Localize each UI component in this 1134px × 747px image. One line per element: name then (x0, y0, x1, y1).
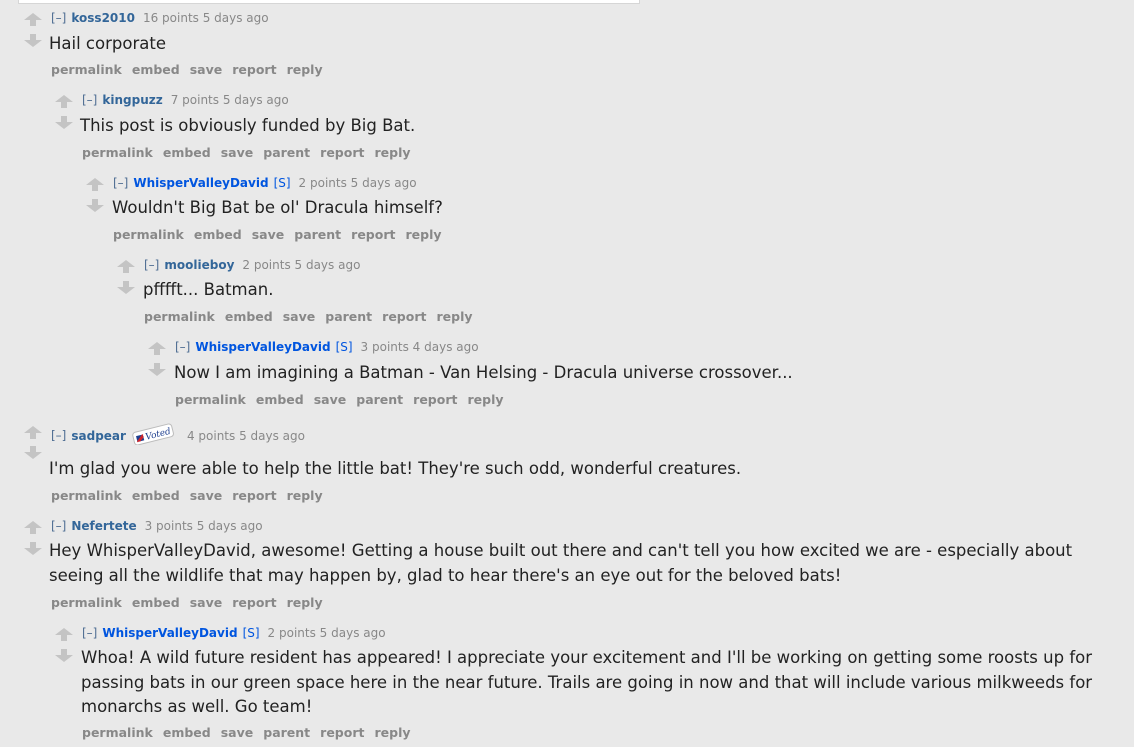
comment-tagline: [–] sadpear Voted 4 points 5 days ago (51, 423, 305, 446)
permalink-button[interactable]: permalink (51, 488, 122, 503)
comment-actions: permalink embed save parent report reply (113, 228, 452, 242)
comment-meta: 2 points 5 days ago (298, 176, 417, 190)
collapse-toggle[interactable]: [–] (51, 519, 66, 533)
parent-button[interactable]: parent (263, 145, 310, 160)
embed-button[interactable]: embed (194, 227, 242, 242)
reply-button[interactable]: reply (287, 595, 323, 610)
collapse-toggle[interactable]: [–] (144, 258, 159, 272)
report-button[interactable]: report (232, 488, 276, 503)
comment-actions: permalink embed save parent report reply (144, 310, 483, 324)
comment-actions: permalink embed save parent report reply (82, 726, 421, 740)
comment-author[interactable]: kingpuzz (102, 93, 162, 107)
comment-actions: permalink embed save report reply (51, 596, 333, 610)
collapse-toggle[interactable]: [–] (51, 429, 66, 443)
reply-button[interactable]: reply (287, 62, 323, 77)
comment-meta: 3 points 4 days ago (360, 340, 479, 354)
comment-meta: 2 points 5 days ago (267, 626, 386, 640)
voted-sticker-icon: Voted (131, 423, 175, 446)
reply-button[interactable]: reply (405, 227, 441, 242)
comment-meta: 7 points 5 days ago (170, 93, 289, 107)
permalink-button[interactable]: permalink (51, 62, 122, 77)
parent-button[interactable]: parent (356, 392, 403, 407)
report-button[interactable]: report (351, 227, 395, 242)
comment-tagline: [–] WhisperValleyDavid [S] 2 points 5 days … (82, 626, 386, 640)
save-button[interactable]: save (221, 725, 254, 740)
report-button[interactable]: report (382, 309, 426, 324)
comment-author[interactable]: WhisperValleyDavid (133, 176, 268, 190)
comment-body: Now I am imagining a Batman - Van Helsin… (174, 363, 793, 382)
comment-tagline: [–] koss2010 16 points 5 days ago (51, 11, 269, 25)
comment-tagline: [–] WhisperValleyDavid [S] 2 points 5 days … (113, 176, 417, 190)
comment-actions: permalink embed save parent report reply (175, 393, 514, 407)
submitter-badge[interactable]: [S] (274, 176, 291, 190)
comment-body: I'm glad you were able to help the littl… (49, 459, 742, 478)
comment-meta: 4 points 5 days ago (186, 428, 305, 443)
comment-body: Hail corporate (49, 34, 166, 53)
report-button[interactable]: report (413, 392, 457, 407)
parent-button[interactable]: parent (325, 309, 372, 324)
permalink-button[interactable]: permalink (51, 595, 122, 610)
comment-tagline: [–] kingpuzz 7 points 5 days ago (82, 93, 289, 107)
save-button[interactable]: save (252, 227, 285, 242)
parent-button[interactable]: parent (294, 227, 341, 242)
permalink-button[interactable]: permalink (175, 392, 246, 407)
embed-button[interactable]: embed (225, 309, 273, 324)
report-button[interactable]: report (320, 725, 364, 740)
comment-meta: 3 points 5 days ago (144, 519, 263, 533)
comment-body: Whoa! A wild future resident has appeare… (81, 648, 1093, 716)
comment-tagline: [–] WhisperValleyDavid [S] 3 points 4 days … (175, 340, 479, 354)
reply-button[interactable]: reply (436, 309, 472, 324)
reply-button[interactable]: reply (374, 145, 410, 160)
permalink-button[interactable]: permalink (82, 145, 153, 160)
submitter-badge[interactable]: [S] (336, 340, 353, 354)
comment-author[interactable]: koss2010 (71, 11, 135, 25)
comment-meta: 16 points 5 days ago (142, 11, 269, 25)
permalink-button[interactable]: permalink (113, 227, 184, 242)
embed-button[interactable]: embed (163, 145, 211, 160)
parent-button[interactable]: parent (263, 725, 310, 740)
permalink-button[interactable]: permalink (144, 309, 215, 324)
reply-button[interactable]: reply (287, 488, 323, 503)
save-button[interactable]: save (283, 309, 316, 324)
save-button[interactable]: save (221, 145, 254, 160)
embed-button[interactable]: embed (132, 595, 180, 610)
embed-button[interactable]: embed (256, 392, 304, 407)
comment-body: Wouldn't Big Bat be ol' Dracula himself? (112, 198, 443, 217)
submitter-badge[interactable]: [S] (243, 626, 260, 640)
comment-author[interactable]: WhisperValleyDavid (102, 626, 237, 640)
embed-button[interactable]: embed (132, 488, 180, 503)
comment-author[interactable]: moolieboy (164, 258, 234, 272)
comment-author[interactable]: WhisperValleyDavid (195, 340, 330, 354)
save-button[interactable]: save (314, 392, 347, 407)
comment-body: Hey WhisperValleyDavid, awesome! Getting… (49, 541, 1073, 585)
collapse-toggle[interactable]: [–] (82, 93, 97, 107)
save-button[interactable]: save (190, 488, 223, 503)
comment-tagline: [–] Nefertete 3 points 5 days ago (51, 519, 263, 533)
collapse-toggle[interactable]: [–] (82, 626, 97, 640)
comment-author[interactable]: Nefertete (71, 519, 136, 533)
comment-actions: permalink embed save report reply (51, 63, 333, 77)
reply-button[interactable]: reply (467, 392, 503, 407)
collapse-toggle[interactable]: [–] (175, 340, 190, 354)
collapse-toggle[interactable]: [–] (113, 176, 128, 190)
comment-meta: 2 points 5 days ago (242, 258, 361, 272)
report-button[interactable]: report (232, 62, 276, 77)
comment-body: pfffft... Batman. (143, 280, 274, 299)
embed-button[interactable]: embed (163, 725, 211, 740)
embed-button[interactable]: embed (132, 62, 180, 77)
reply-button[interactable]: reply (374, 725, 410, 740)
previous-comment-box (18, 0, 640, 4)
comment-author[interactable]: sadpear (71, 429, 126, 443)
comment-body: This post is obviously funded by Big Bat… (80, 116, 416, 135)
collapse-toggle[interactable]: [–] (51, 11, 66, 25)
comment-actions: permalink embed save parent report reply (82, 146, 421, 160)
report-button[interactable]: report (232, 595, 276, 610)
report-button[interactable]: report (320, 145, 364, 160)
save-button[interactable]: save (190, 595, 223, 610)
comment-tagline: [–] moolieboy 2 points 5 days ago (144, 258, 360, 272)
comment-actions: permalink embed save report reply (51, 489, 333, 503)
permalink-button[interactable]: permalink (82, 725, 153, 740)
save-button[interactable]: save (190, 62, 223, 77)
